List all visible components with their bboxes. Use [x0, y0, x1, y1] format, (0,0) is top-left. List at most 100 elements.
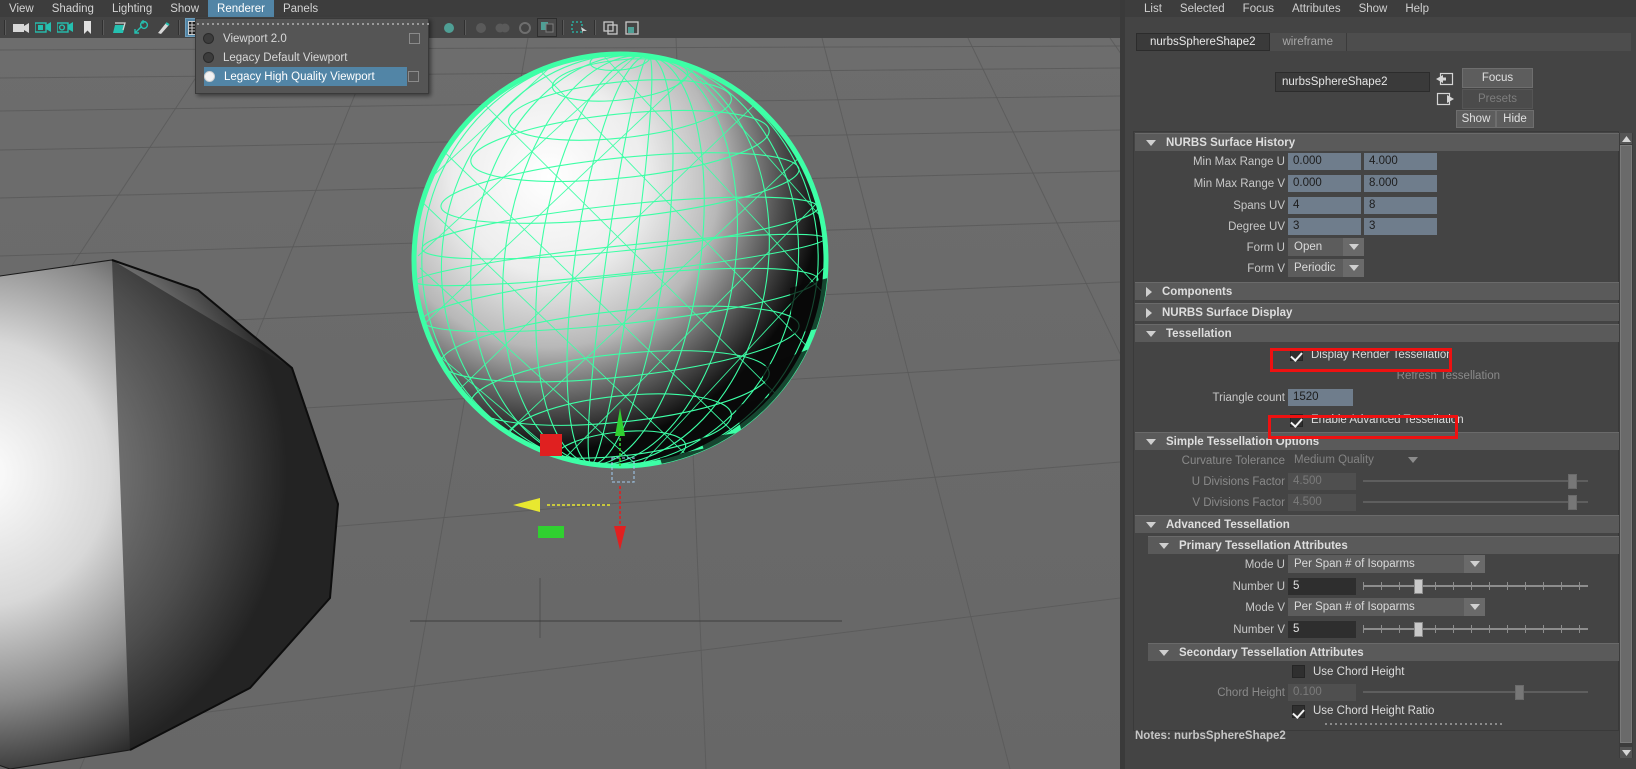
min-range-u-input[interactable]: 0.000: [1288, 153, 1361, 170]
nurbs-surface-input[interactable]: nurbsSphereShape2: [1275, 72, 1430, 92]
hide-button[interactable]: Hide: [1496, 110, 1534, 128]
light-off-icon[interactable]: [439, 18, 459, 37]
section-nurbs-surface-display[interactable]: NURBS Surface Display: [1135, 303, 1625, 321]
enable-advanced-tessellation-label: Enable Advanced Tessellation: [1311, 414, 1464, 426]
min-range-v-input[interactable]: 0.000: [1288, 175, 1361, 192]
refresh-tessellation-button[interactable]: Refresh Tessellation: [1200, 370, 1500, 382]
toolbar-separator: [594, 20, 596, 35]
mode-u-dropdown[interactable]: Per Span # of Isoparms: [1288, 555, 1485, 573]
degree-v-input[interactable]: 3: [1364, 218, 1437, 235]
use-chord-height-ratio-checkbox[interactable]: [1292, 705, 1305, 718]
display-render-tessellation-row[interactable]: Display Render Tessellation: [1135, 344, 1625, 365]
number-v-slider[interactable]: [1363, 620, 1588, 638]
light-default-icon[interactable]: [471, 18, 491, 37]
scrollbar-thumb[interactable]: [1620, 145, 1632, 743]
mode-v-dropdown[interactable]: Per Span # of Isoparms: [1288, 598, 1485, 616]
form-v-value: Periodic: [1294, 262, 1336, 274]
scroll-down-icon[interactable]: [1620, 747, 1632, 758]
attribute-editor-scroll-body[interactable]: NURBS Surface History Min Max Range U 0.…: [1135, 132, 1625, 728]
manipulator-icon[interactable]: [131, 18, 151, 37]
section-nurbs-surface-history[interactable]: NURBS Surface History: [1135, 133, 1625, 151]
scroll-up-icon[interactable]: [1620, 133, 1632, 144]
ae-menu-selected[interactable]: Selected: [1171, 3, 1234, 15]
tab-wireframe[interactable]: wireframe: [1270, 33, 1347, 51]
image-plane-icon[interactable]: [109, 18, 129, 37]
display-render-tessellation-checkbox[interactable]: [1290, 348, 1303, 361]
form-v-dropdown[interactable]: Periodic: [1288, 259, 1364, 277]
viewport-menu-view[interactable]: View: [0, 0, 43, 17]
row-u-divisions-factor: U Divisions Factor 4.500: [1135, 471, 1625, 492]
chevron-down-icon[interactable]: [1464, 555, 1485, 573]
option-box-icon[interactable]: [409, 33, 420, 44]
ae-menu-list[interactable]: List: [1135, 3, 1171, 15]
viewport-menubar: View Shading Lighting Show Renderer Pane…: [0, 0, 1120, 17]
enable-advanced-tessellation-checkbox[interactable]: [1290, 414, 1303, 427]
load-attributes-right-icon[interactable]: [1436, 92, 1454, 106]
section-tessellation[interactable]: Tessellation: [1135, 324, 1625, 342]
tab-nurbsSphereShape2[interactable]: nurbsSphereShape2: [1136, 33, 1270, 51]
xray-icon[interactable]: [601, 18, 621, 37]
section-title: NURBS Surface Display: [1162, 307, 1292, 319]
enable-advanced-tessellation-row[interactable]: Enable Advanced Tessellation: [1135, 409, 1625, 431]
chevron-down-icon[interactable]: [1343, 259, 1364, 277]
number-u-input[interactable]: 5: [1288, 578, 1356, 595]
ae-menu-help[interactable]: Help: [1396, 3, 1438, 15]
menu-item-viewport-2[interactable]: Viewport 2.0: [197, 29, 429, 48]
refresh-tessellation-row[interactable]: Refresh Tessellation: [1135, 365, 1625, 386]
section-simple-tessellation-options[interactable]: Simple Tessellation Options: [1135, 432, 1625, 450]
load-attributes-left-icon[interactable]: [1436, 72, 1454, 86]
viewport-menu-lighting[interactable]: Lighting: [103, 0, 161, 17]
xray-joints-icon[interactable]: [623, 18, 643, 37]
section-components[interactable]: Components: [1135, 282, 1625, 300]
bookmark-icon[interactable]: [77, 18, 97, 37]
node-name-row: nurbsSurface: nurbsSphereShape2 Focus Pr…: [1125, 72, 1636, 124]
number-v-input[interactable]: 5: [1288, 621, 1356, 638]
ae-menu-show[interactable]: Show: [1350, 3, 1397, 15]
focus-button[interactable]: Focus: [1462, 68, 1533, 88]
curvature-tolerance-value: Medium Quality: [1294, 454, 1374, 466]
degree-u-input[interactable]: 3: [1288, 218, 1361, 235]
viewport-menu-renderer[interactable]: Renderer: [208, 0, 274, 17]
ae-menu-focus[interactable]: Focus: [1234, 3, 1283, 15]
viewport-menu-shading[interactable]: Shading: [43, 0, 103, 17]
show-button[interactable]: Show: [1456, 110, 1496, 128]
menu-tearoff-handle[interactable]: [197, 20, 429, 27]
section-advanced-tessellation[interactable]: Advanced Tessellation: [1135, 515, 1625, 533]
menu-item-legacy-default-viewport[interactable]: Legacy Default Viewport: [197, 48, 429, 67]
camera-icon[interactable]: [11, 18, 31, 37]
screen-space-ao-icon[interactable]: [569, 18, 589, 37]
option-box-icon[interactable]: [408, 71, 419, 82]
max-range-u-input[interactable]: 4.000: [1364, 153, 1437, 170]
section-primary-tessellation-attributes[interactable]: Primary Tessellation Attributes: [1148, 536, 1625, 554]
light-scene-icon[interactable]: [515, 18, 535, 37]
viewport-menu-panels[interactable]: Panels: [274, 0, 327, 17]
light-all-icon[interactable]: [493, 18, 513, 37]
triangle-count-input[interactable]: 1520: [1288, 389, 1353, 406]
shadows-icon[interactable]: [537, 18, 557, 37]
camera-lock-icon[interactable]: [33, 18, 53, 37]
camera-attributes-icon[interactable]: [55, 18, 75, 37]
section-secondary-tessellation-attributes[interactable]: Secondary Tessellation Attributes: [1148, 643, 1625, 661]
presets-button[interactable]: Presets: [1462, 89, 1533, 109]
use-chord-height-ratio-row[interactable]: Use Chord Height Ratio: [1135, 703, 1625, 719]
toolbar-separator: [178, 20, 180, 35]
spans-v-input[interactable]: 8: [1364, 197, 1437, 214]
menu-item-legacy-high-quality-viewport[interactable]: Legacy High Quality Viewport: [204, 67, 407, 86]
spans-u-input[interactable]: 4: [1288, 197, 1361, 214]
use-chord-height-checkbox[interactable]: [1292, 665, 1305, 678]
section-title: Advanced Tessellation: [1166, 519, 1290, 531]
toolbar-separator: [102, 20, 104, 35]
chevron-down-icon[interactable]: [1464, 598, 1485, 616]
attribute-editor-scrollbar[interactable]: [1619, 133, 1633, 758]
max-range-v-input[interactable]: 8.000: [1364, 175, 1437, 192]
viewport-3d-canvas[interactable]: [0, 38, 1120, 769]
chevron-down-icon[interactable]: [1343, 238, 1364, 256]
use-chord-height-row[interactable]: Use Chord Height: [1135, 661, 1625, 682]
row-label: Min Max Range V: [1135, 178, 1285, 190]
number-u-slider[interactable]: [1363, 577, 1588, 595]
viewport-menu-show[interactable]: Show: [161, 0, 208, 17]
form-u-dropdown[interactable]: Open: [1288, 238, 1364, 256]
ae-menu-attributes[interactable]: Attributes: [1283, 3, 1350, 15]
paint-icon[interactable]: [153, 18, 173, 37]
renderer-dropdown-menu[interactable]: Viewport 2.0 Legacy Default Viewport Leg…: [195, 18, 429, 94]
